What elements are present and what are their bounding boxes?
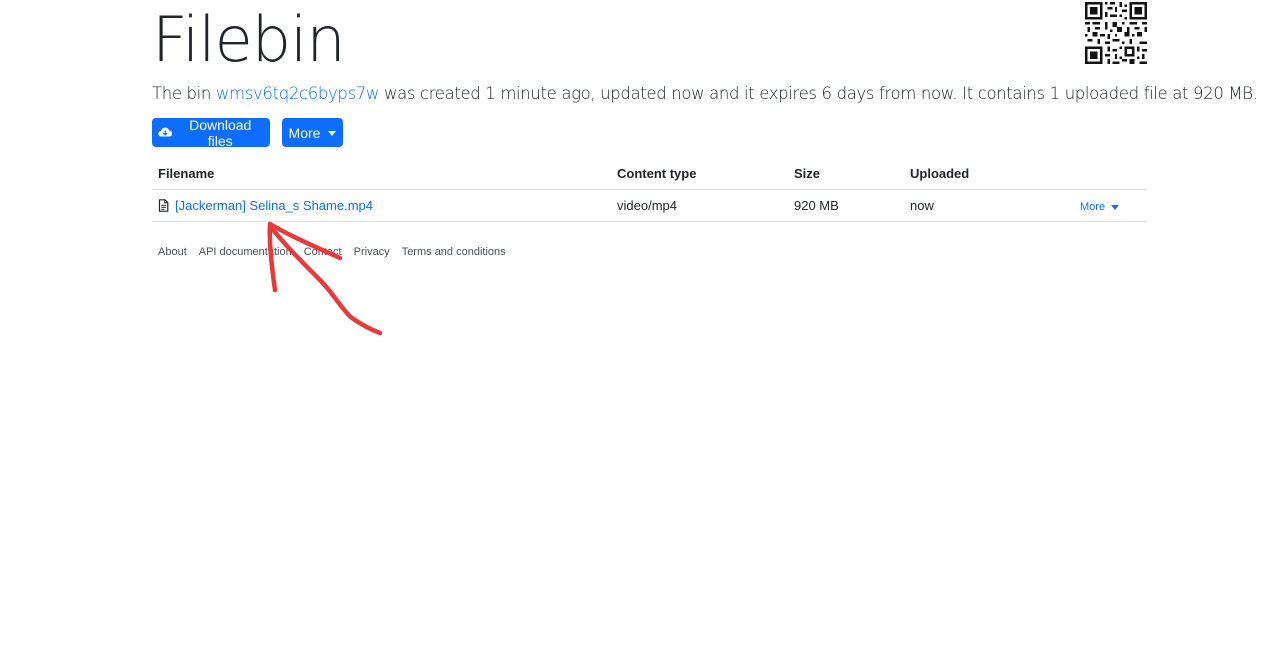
size-cell: 920 MB [788, 189, 904, 222]
content-type-cell: video/mp4 [611, 189, 788, 222]
summary-suffix: was created 1 minute ago, updated now an… [379, 84, 1258, 103]
summary-prefix: The bin [152, 84, 216, 103]
column-header-content-type: Content type [611, 158, 788, 190]
table-row: [Jackerman] Selina_s Shame.mp4 video/mp4… [152, 189, 1147, 222]
file-icon [158, 199, 169, 212]
page: Filebin The bin wmsv6tq2c6byps7w was cre… [0, 0, 1280, 654]
row-more-dropdown[interactable]: More [1080, 201, 1120, 213]
footer-link-api-documentation[interactable]: API documentation [193, 246, 298, 258]
file-link[interactable]: [Jackerman] Selina_s Shame.mp4 [175, 198, 373, 213]
cloud-download-icon [158, 127, 173, 137]
download-files-label: Download files [189, 116, 252, 149]
row-more-label: More [1080, 201, 1106, 213]
column-header-size: Size [788, 158, 904, 190]
row-actions-cell: More [1042, 189, 1147, 222]
qr-code-icon [1085, 2, 1147, 64]
footer-link-about[interactable]: About [152, 246, 193, 258]
files-table: Filename Content type Size Uploaded [Jac… [152, 158, 1147, 222]
footer-link-privacy[interactable]: Privacy [348, 246, 396, 258]
more-label: More [288, 124, 321, 141]
column-header-uploaded: Uploaded [904, 158, 1042, 190]
column-header-actions [1042, 158, 1147, 190]
bin-id-link[interactable]: wmsv6tq2c6byps7w [216, 84, 379, 103]
table-header-row: Filename Content type Size Uploaded [152, 158, 1147, 190]
caret-down-icon [328, 130, 337, 136]
column-header-filename: Filename [152, 158, 611, 190]
bin-summary: The bin wmsv6tq2c6byps7w was created 1 m… [152, 82, 1258, 106]
caret-down-icon [1111, 205, 1120, 210]
download-files-button[interactable]: Download files [152, 116, 270, 149]
filename-cell: [Jackerman] Selina_s Shame.mp4 [152, 189, 611, 222]
more-dropdown-button[interactable]: More [282, 118, 343, 147]
page-title: Filebin [152, 3, 346, 76]
footer-links: About API documentation Contact Privacy … [152, 246, 512, 258]
uploaded-cell: now [904, 189, 1042, 222]
footer-link-terms[interactable]: Terms and conditions [396, 246, 512, 258]
footer-link-contact[interactable]: Contact [298, 246, 348, 258]
